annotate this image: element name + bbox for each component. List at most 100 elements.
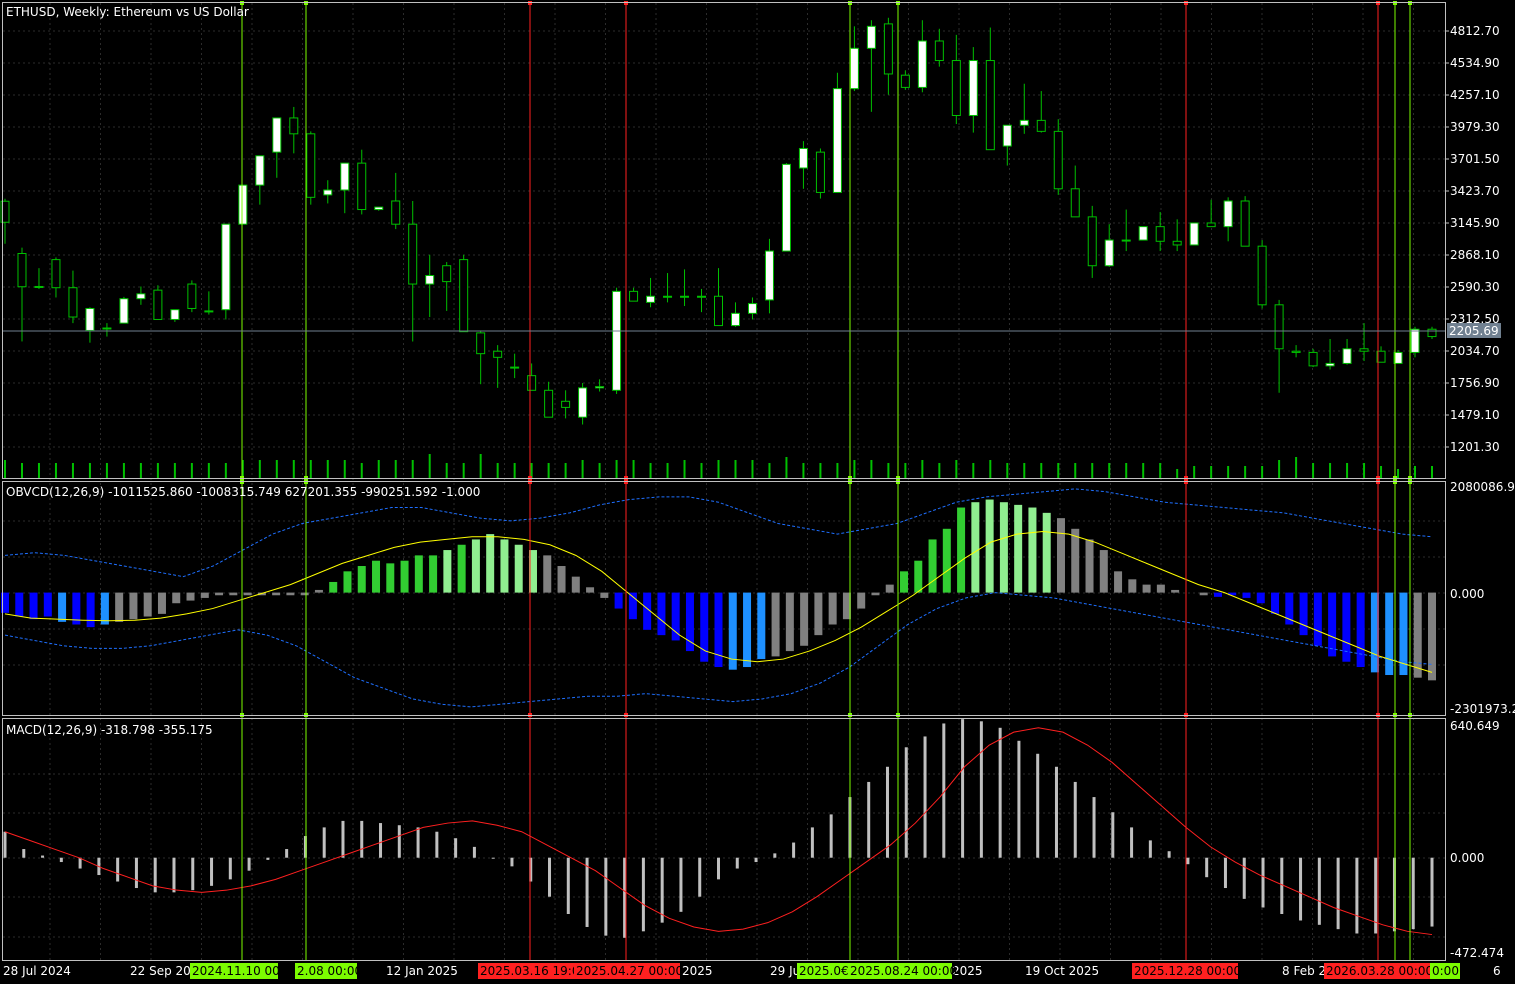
time-tag-label: 2025.0€	[799, 964, 849, 978]
candle-body	[680, 295, 690, 298]
obvcd-bar	[657, 592, 666, 636]
candle-body	[493, 350, 503, 358]
macd-bar	[341, 820, 345, 858]
obvcd-bar	[1142, 584, 1151, 593]
macd-axis-top: 640.649	[1450, 719, 1500, 733]
obvcd-bar	[1028, 507, 1037, 593]
candle-body	[629, 290, 639, 302]
obvcd-bar	[300, 592, 309, 596]
candle-body	[1121, 239, 1131, 242]
macd-axis-zero: 0.000	[1450, 851, 1484, 865]
candle-body	[323, 189, 333, 196]
price-axis-label: 1756.90	[1450, 376, 1500, 390]
obvcd-bar	[586, 587, 595, 593]
candle-body	[1138, 226, 1148, 241]
candle-body	[1172, 240, 1182, 246]
macd-bar	[228, 857, 232, 880]
macd-bar	[472, 846, 476, 858]
obvcd-bar	[999, 502, 1008, 593]
macd-bar	[566, 857, 570, 914]
macd-label: MACD(12,26,9) -318.798 -355.175	[6, 723, 213, 737]
candle-body	[459, 259, 469, 333]
macd-bar	[1242, 857, 1246, 899]
macd-bar	[1073, 781, 1077, 858]
obvcd-bar	[100, 592, 109, 625]
obvcd-bar	[286, 592, 295, 596]
obvcd-bar	[1014, 504, 1023, 593]
candle-body	[697, 295, 707, 298]
price-axis-label: 2312.50	[1450, 312, 1500, 326]
obvcd-bar	[429, 555, 438, 593]
obvcd-bar	[1271, 592, 1280, 614]
obvcd-bar	[457, 544, 466, 593]
candle-body	[1189, 222, 1199, 246]
obvcd-bar	[1114, 571, 1123, 593]
obvcd-bar	[1156, 584, 1165, 593]
obvcd-bar	[900, 571, 909, 593]
obvcd-bar	[272, 592, 281, 596]
obvcd-bar	[186, 592, 195, 601]
time-tag-label: 0:00	[1432, 964, 1459, 978]
candle-body	[34, 285, 44, 288]
obvcd-bar	[172, 592, 181, 604]
obvcd-bar	[129, 592, 138, 620]
macd-bar	[1317, 857, 1321, 925]
candle-body	[85, 307, 95, 331]
macd-bar	[1411, 857, 1415, 930]
macd-bar	[153, 857, 157, 893]
obvcd-bar	[743, 592, 752, 668]
macd-bar	[134, 857, 138, 889]
macd-bar	[1092, 797, 1096, 858]
obvcd-bar	[1328, 592, 1337, 657]
macd-bar	[698, 857, 702, 897]
obvcd-bar	[86, 592, 95, 628]
time-tag-label: 2025.03.16 19:0	[480, 964, 579, 978]
price-axis-label: 1201.30	[1450, 440, 1500, 454]
candle-body	[968, 60, 978, 116]
candle-body	[951, 60, 961, 116]
obvcd-bar	[543, 555, 552, 593]
obvcd-bar	[557, 566, 566, 593]
obvcd-bar	[115, 592, 124, 622]
macd-bar	[59, 857, 63, 863]
candle-body	[306, 133, 316, 198]
macd-bar	[735, 857, 739, 869]
candle-body	[1274, 304, 1284, 350]
obvcd-bar	[1042, 512, 1051, 593]
candle-body	[561, 400, 571, 408]
time-tag-label: 2.08 00:00	[297, 964, 362, 978]
candle-body	[102, 327, 112, 330]
macd-bar	[435, 831, 439, 858]
candle-body	[204, 310, 214, 313]
candle-body	[476, 332, 486, 355]
macd-bar	[1223, 857, 1227, 889]
price-axis-label: 2590.30	[1450, 280, 1500, 294]
obvcd-bar	[1356, 592, 1365, 668]
macd-bar	[3, 831, 7, 858]
candle-body	[1036, 119, 1046, 132]
obvcd-bar	[486, 534, 495, 593]
candle-body	[289, 117, 299, 135]
obvcd-bar	[1056, 518, 1065, 593]
obvcd-bar	[329, 581, 338, 593]
candle-body	[442, 265, 452, 283]
obvcd-bar	[471, 539, 480, 593]
macd-bar	[285, 849, 289, 858]
time-axis-label: 28 Jul 2024	[3, 964, 71, 978]
candle-body	[1308, 351, 1318, 367]
candle-body	[578, 387, 588, 418]
candle-body	[119, 298, 129, 324]
time-axis-label: 19 Oct 2025	[1025, 964, 1099, 978]
candle-body	[1206, 222, 1216, 228]
chart-title: ETHUSD, Weekly: Ethereum vs US Dollar	[6, 5, 249, 19]
trading-chart[interactable]: 2205.69 4812.70 4534.90 4257.10 3979.30 3701…	[0, 0, 1515, 984]
macd-bar	[660, 857, 664, 923]
macd-bar	[1336, 857, 1340, 930]
candle-body	[781, 163, 791, 252]
macd-bar	[491, 857, 495, 859]
obvcd-bar	[1199, 592, 1208, 596]
macd-bar	[322, 827, 326, 858]
candle-body	[595, 386, 605, 389]
candle-body	[510, 366, 520, 369]
macd-bar	[1355, 857, 1359, 934]
